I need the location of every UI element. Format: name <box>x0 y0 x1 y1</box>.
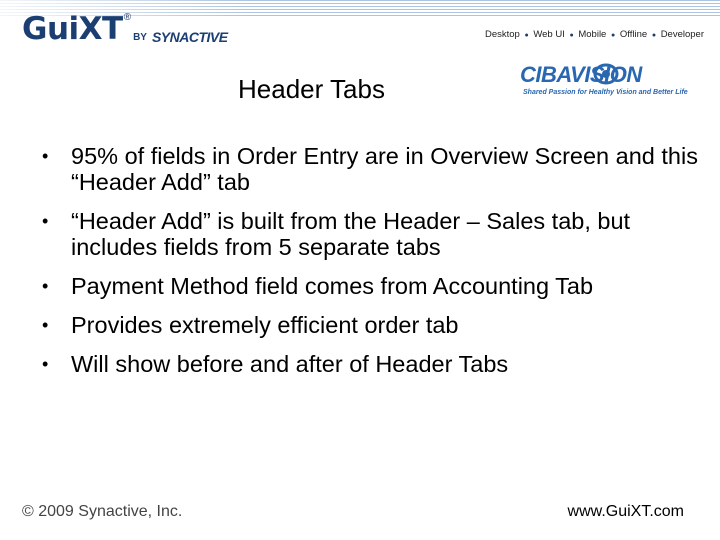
bullet-text: “Header Add” is built from the Header – … <box>71 208 631 260</box>
nav-item-web-ui: Web UI <box>533 29 565 40</box>
nav-separator-icon: ● <box>651 32 657 39</box>
bullet-icon: • <box>42 211 49 231</box>
partner-name: CIBAVISION <box>520 62 642 87</box>
guixt-logo: GuiXT ® BY SYNACTIVE <box>22 11 228 47</box>
bullet-icon: • <box>42 276 49 296</box>
bullet-item: • Payment Method field comes from Account… <box>28 273 708 299</box>
bullet-item: • “Header Add” is built from the Header –… <box>28 208 708 260</box>
bullet-text: Payment Method field comes from Accounti… <box>71 273 594 299</box>
bullet-item: • Provides extremely efficient order tab <box>28 312 708 338</box>
bullet-icon: • <box>42 354 49 374</box>
nav-item-mobile: Mobile <box>578 29 607 40</box>
partner-tagline: Shared Passion for Healthy Vision and Be… <box>523 89 688 96</box>
brand-registered-mark: ® <box>123 12 132 23</box>
bullet-text: Will show before and after of Header Tab… <box>71 351 509 377</box>
brand-by: BY <box>133 32 147 43</box>
bullet-text: 95% of fields in Order Entry are in Over… <box>71 143 698 195</box>
footer-copyright: © 2009 Synactive, Inc. <box>22 503 183 520</box>
bullet-list: • 95% of fields in Order Entry are in Ove… <box>28 143 708 390</box>
brand-company: SYNACTIVE <box>151 29 228 45</box>
nav-item-offline: Offline <box>619 29 648 40</box>
bullet-icon: • <box>42 146 49 166</box>
bullet-item: • 95% of fields in Order Entry are in Ove… <box>28 143 708 195</box>
nav-item-developer: Developer <box>660 29 704 40</box>
bullet-text: Provides extremely efficient order tab <box>71 312 459 338</box>
brand-main: GuiXT <box>22 11 123 47</box>
bullet-icon: • <box>42 315 49 335</box>
nav-item-desktop: Desktop <box>484 29 520 40</box>
nav-separator-icon: ● <box>611 32 616 39</box>
bullet-item: • Will show before and after of Header Ta… <box>28 351 708 377</box>
top-nav: Desktop ● Web UI ● Mobile ● Offline ● De… <box>485 29 704 40</box>
footer-website-link[interactable]: www.GuiXT.com <box>568 503 684 521</box>
slide-title: Header Tabs <box>238 74 385 104</box>
nav-separator-icon: ● <box>524 32 529 39</box>
nav-separator-icon: ● <box>569 32 574 39</box>
